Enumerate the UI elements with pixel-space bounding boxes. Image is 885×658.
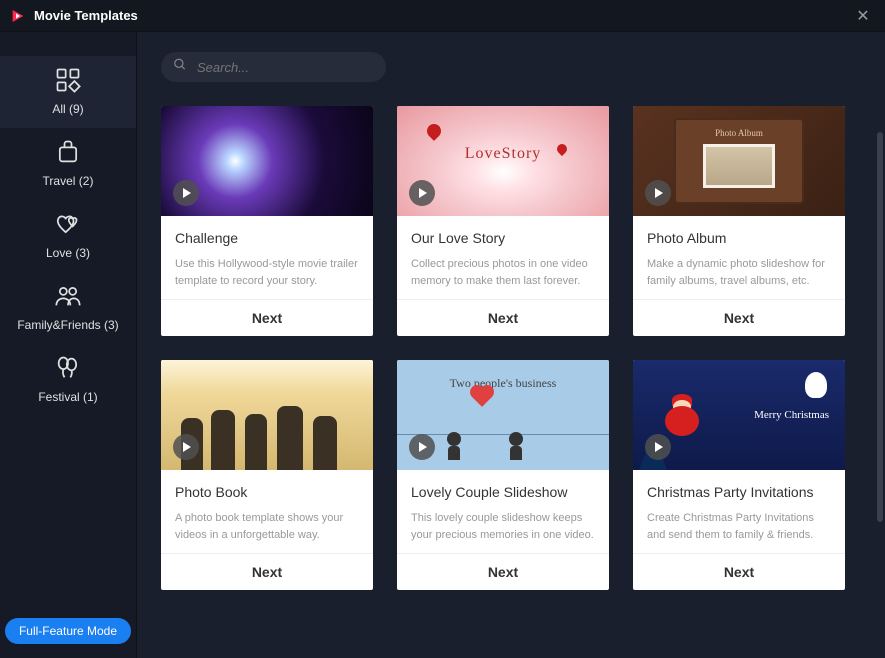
play-button[interactable] xyxy=(173,434,199,460)
template-thumbnail[interactable]: Merry Christmas xyxy=(633,360,845,470)
template-description: A photo book template shows your videos … xyxy=(175,510,359,543)
sidebar-label: Travel (2) xyxy=(43,174,94,188)
full-feature-button[interactable]: Full-Feature Mode xyxy=(5,618,131,644)
template-description: Collect precious photos in one video mem… xyxy=(411,256,595,289)
sidebar-label: All (9) xyxy=(52,102,83,116)
template-thumbnail[interactable] xyxy=(161,360,373,470)
next-button[interactable]: Next xyxy=(397,299,609,336)
template-thumbnail[interactable]: Photo Album xyxy=(633,106,845,216)
play-button[interactable] xyxy=(409,180,435,206)
template-title: Challenge xyxy=(175,230,359,246)
people-icon xyxy=(52,280,84,312)
sidebar-label: Festival (1) xyxy=(38,390,97,404)
grid-icon xyxy=(52,64,84,96)
window-title: Movie Templates xyxy=(34,8,138,23)
play-button[interactable] xyxy=(645,180,671,206)
sidebar-item-family[interactable]: Family&Friends (3) xyxy=(0,272,136,344)
thumbnail-overlay-text: Two people's business xyxy=(397,376,609,391)
play-button[interactable] xyxy=(173,180,199,206)
template-title: Lovely Couple Slideshow xyxy=(411,484,595,500)
close-icon: ✕ xyxy=(856,6,869,26)
scrollbar[interactable] xyxy=(877,132,883,522)
app-logo: Movie Templates xyxy=(10,8,138,24)
template-description: This lovely couple slideshow keeps your … xyxy=(411,510,595,543)
template-card: Challenge Use this Hollywood-style movie… xyxy=(161,106,373,336)
template-description: Use this Hollywood-style movie trailer t… xyxy=(175,256,359,289)
template-grid: Challenge Use this Hollywood-style movie… xyxy=(161,106,861,590)
template-thumbnail[interactable] xyxy=(161,106,373,216)
play-logo-icon xyxy=(10,8,26,24)
balloons-icon xyxy=(52,352,84,384)
sidebar-label: Love (3) xyxy=(46,246,90,260)
next-button[interactable]: Next xyxy=(161,553,373,590)
search-input[interactable] xyxy=(161,52,386,82)
template-card: Photo Album Photo Album Make a dynamic p… xyxy=(633,106,845,336)
template-title: Photo Album xyxy=(647,230,831,246)
play-button[interactable] xyxy=(409,434,435,460)
sidebar-label: Family&Friends (3) xyxy=(17,318,118,332)
template-title: Photo Book xyxy=(175,484,359,500)
hearts-icon xyxy=(52,208,84,240)
next-button[interactable]: Next xyxy=(633,299,845,336)
sidebar-item-festival[interactable]: Festival (1) xyxy=(0,344,136,416)
template-title: Christmas Party Invitations xyxy=(647,484,831,500)
thumbnail-overlay-text: Photo Album xyxy=(715,128,763,138)
titlebar: Movie Templates ✕ xyxy=(0,0,885,32)
next-button[interactable]: Next xyxy=(633,553,845,590)
sidebar-item-love[interactable]: Love (3) xyxy=(0,200,136,272)
play-button[interactable] xyxy=(645,434,671,460)
close-button[interactable]: ✕ xyxy=(851,4,875,28)
thumbnail-overlay-text: Merry Christmas xyxy=(754,408,829,422)
template-card: Photo Book A photo book template shows y… xyxy=(161,360,373,590)
sidebar: All (9) Travel (2) Love (3) Family&Frien… xyxy=(0,32,137,658)
template-description: Make a dynamic photo slideshow for famil… xyxy=(647,256,831,289)
next-button[interactable]: Next xyxy=(161,299,373,336)
sidebar-item-all[interactable]: All (9) xyxy=(0,56,136,128)
thumbnail-overlay-text: LoveStory xyxy=(465,145,542,163)
template-description: Create Christmas Party Invitations and s… xyxy=(647,510,831,543)
suitcase-icon xyxy=(52,136,84,168)
next-button[interactable]: Next xyxy=(397,553,609,590)
template-thumbnail[interactable]: LoveStory xyxy=(397,106,609,216)
template-title: Our Love Story xyxy=(411,230,595,246)
sidebar-item-travel[interactable]: Travel (2) xyxy=(0,128,136,200)
template-card: Merry Christmas Christmas Party Invitati… xyxy=(633,360,845,590)
template-card: LoveStory Our Love Story Collect preciou… xyxy=(397,106,609,336)
template-thumbnail[interactable]: Two people's business xyxy=(397,360,609,470)
content-area: Challenge Use this Hollywood-style movie… xyxy=(137,32,885,658)
template-card: Two people's business Lovely Couple Slid… xyxy=(397,360,609,590)
